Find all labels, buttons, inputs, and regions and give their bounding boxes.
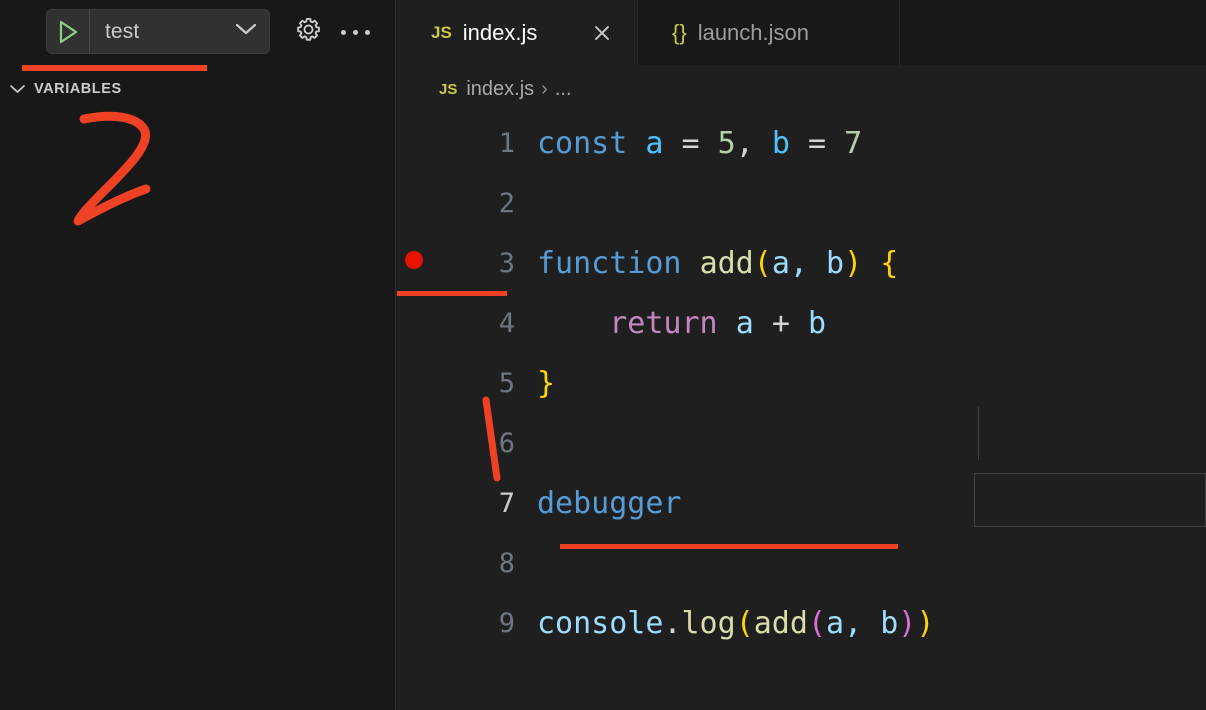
line-content: return a + b [609,305,826,341]
line-number: 6 [498,427,515,459]
breadcrumb: JS index.js › ... [397,65,1206,113]
line-content: const a = 5, b = 7 [537,125,863,161]
variables-section-header[interactable]: VARIABLES [0,76,396,102]
code-line[interactable]: 1 const a = 5, b = 7 [397,113,1206,173]
editor-area: JS index.js {} launch.json JS index.js ›… [397,0,1206,710]
annotation-handwritten-step-number [70,105,190,235]
js-file-icon: JS [439,80,458,98]
annotation-underline-below-debugger-line [560,544,898,549]
line-content: } [537,365,556,401]
code-line[interactable]: 4 return a + b [397,293,1206,353]
line-number: 9 [498,607,515,639]
start-debugging-button[interactable] [47,10,90,53]
tab-label: launch.json [697,19,810,45]
code-line[interactable]: 6 [397,413,1206,473]
line-content: debugger [537,485,682,521]
tab-index-js[interactable]: JS index.js [397,0,637,65]
code-line[interactable]: 9 console.log(add(a, b)) [397,593,1206,653]
close-icon[interactable] [591,22,613,44]
tab-launch-json[interactable]: {} launch.json [637,0,900,65]
line-number: 2 [498,187,515,219]
more-actions-button[interactable] [339,16,371,48]
chevron-down-icon [0,83,34,95]
code-editor[interactable]: 1 const a = 5, b = 7 2 3 function add(a,… [397,113,1206,710]
vscode-debug-window: test VARIABLES JS index.js {} launch.jso… [0,0,1206,710]
run-configuration-label: test [105,19,140,43]
gear-icon [295,16,322,48]
json-file-icon: {} [672,19,687,45]
code-line[interactable]: 5 } [397,353,1206,413]
chevron-down-icon [234,21,258,42]
line-number: 5 [498,367,515,399]
breadcrumb-file[interactable]: index.js [466,78,534,101]
annotation-underline-variables-panel [22,65,207,71]
line-number: 4 [498,307,515,339]
code-line[interactable]: 2 [397,173,1206,233]
code-line-active[interactable]: 7 debugger [397,473,1206,533]
run-configuration-control[interactable]: test [46,9,270,54]
breakpoint-dot-icon[interactable] [405,251,423,269]
debug-toolbar: test [0,0,396,63]
indent-guide [978,407,979,460]
code-line[interactable]: 8 [397,533,1206,593]
line-content: function add(a, b) { [537,245,899,281]
code-line[interactable]: 3 function add(a, b) { [397,233,1206,293]
tab-label: index.js [462,19,538,45]
js-file-icon: JS [431,22,452,42]
open-launch-config-button[interactable] [292,16,324,48]
play-triangle-icon [56,19,80,45]
line-number: 7 [498,487,515,519]
run-configuration-dropdown[interactable] [223,10,269,53]
ellipsis-icon [340,29,370,35]
line-number: 1 [498,127,515,159]
annotation-underline-breakpoint-gutter [397,291,507,296]
variables-section-title: VARIABLES [34,81,122,97]
editor-tab-bar: JS index.js {} launch.json [397,0,1206,65]
breadcrumb-separator-icon: › [541,77,548,100]
debug-sidebar: test VARIABLES [0,0,396,710]
line-content: console.log(add(a, b)) [537,605,935,641]
line-number: 8 [498,547,515,579]
breadcrumb-symbol[interactable]: ... [555,78,572,101]
annotation-slash-near-line-6 [470,392,510,492]
